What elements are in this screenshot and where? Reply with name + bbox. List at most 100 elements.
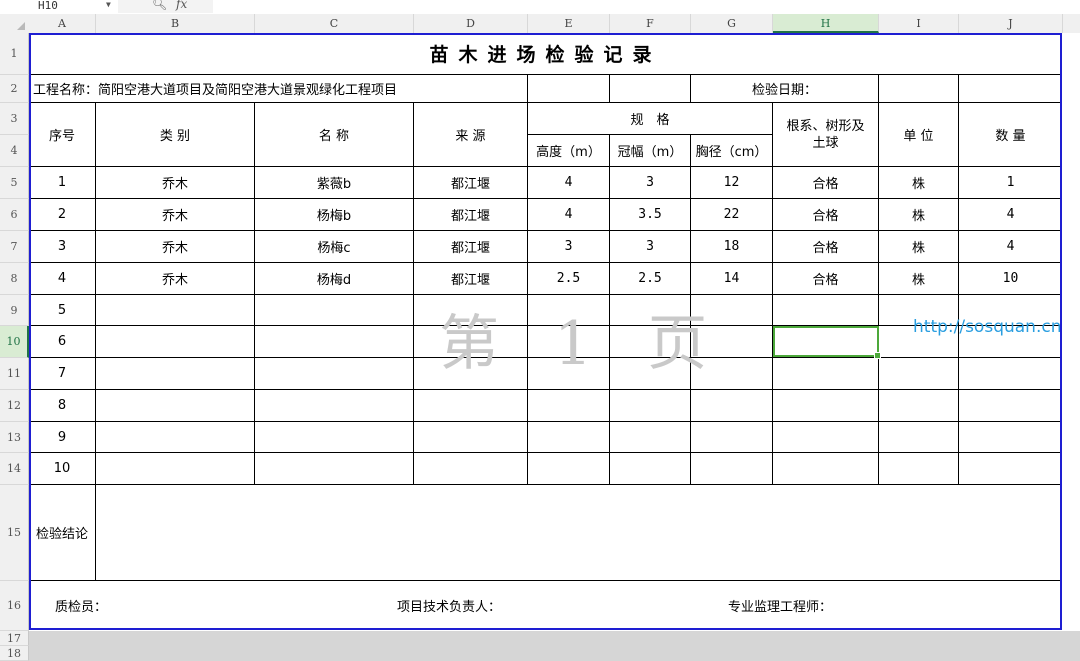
tech-lead-label[interactable]: 项目技术负责人： xyxy=(397,596,501,615)
cell-name[interactable] xyxy=(255,358,414,390)
cell-unit[interactable] xyxy=(879,390,959,422)
cell-dbh[interactable] xyxy=(691,422,773,453)
cell-name[interactable]: 杨梅d xyxy=(255,263,414,295)
cell-roots[interactable] xyxy=(773,390,879,422)
cell-seq[interactable]: 2 xyxy=(29,199,96,231)
column-header-i[interactable]: I xyxy=(879,14,959,33)
cell-category[interactable] xyxy=(96,295,255,326)
cell-unit[interactable]: 株 xyxy=(879,231,959,263)
column-header-c[interactable]: C xyxy=(255,14,414,33)
row-header-12[interactable]: 12 xyxy=(0,390,29,422)
row-header-14[interactable]: 14 xyxy=(0,453,29,485)
cell-qty[interactable]: 4 xyxy=(959,231,1062,263)
row-header-13[interactable]: 13 xyxy=(0,422,29,453)
empty-cell[interactable] xyxy=(959,75,1062,103)
inspector-label[interactable]: 质检员： xyxy=(55,596,107,615)
empty-cell[interactable] xyxy=(879,75,959,103)
magnifier-icon[interactable]: 🔍︎ xyxy=(152,0,167,11)
header-source[interactable]: 来 源 xyxy=(414,103,528,167)
empty-cell[interactable] xyxy=(528,75,610,103)
selected-cell-h10[interactable] xyxy=(773,326,881,359)
cell-qty[interactable] xyxy=(959,390,1062,422)
row-header-15[interactable]: 15 xyxy=(0,485,29,581)
inspection-date-cell[interactable]: 检验日期： xyxy=(691,75,879,103)
cell-qty[interactable]: 10 xyxy=(959,263,1062,295)
cell-qty[interactable] xyxy=(959,358,1062,390)
cell-name[interactable] xyxy=(255,326,414,358)
cell-unit[interactable]: 株 xyxy=(879,199,959,231)
cell-height[interactable]: 2.5 xyxy=(528,263,610,295)
column-header-f[interactable]: F xyxy=(610,14,691,33)
row-header-17[interactable]: 17 xyxy=(0,631,29,646)
conclusion-cell[interactable] xyxy=(96,485,1062,581)
cell-name[interactable] xyxy=(255,422,414,453)
cell-seq[interactable]: 7 xyxy=(29,358,96,390)
cell-roots[interactable]: 合格 xyxy=(773,231,879,263)
cell-source[interactable]: 都江堰 xyxy=(414,263,528,295)
cell-qty[interactable]: 4 xyxy=(959,199,1062,231)
header-seq[interactable]: 序号 xyxy=(29,103,96,167)
name-box[interactable]: H10 ▼ xyxy=(0,0,118,13)
row-header-9[interactable]: 9 xyxy=(0,295,29,326)
column-header-d[interactable]: D xyxy=(414,14,528,33)
cell-name[interactable] xyxy=(255,390,414,422)
header-dbh[interactable]: 胸径（cm） xyxy=(691,135,773,167)
row-header-7[interactable]: 7 xyxy=(0,231,29,263)
header-height[interactable]: 高度（m） xyxy=(528,135,610,167)
cell-dbh[interactable]: 22 xyxy=(691,199,773,231)
column-header-a[interactable]: A xyxy=(29,14,96,33)
cell-crown[interactable] xyxy=(610,422,691,453)
row-header-16[interactable]: 16 xyxy=(0,581,29,631)
empty-cell[interactable] xyxy=(610,75,691,103)
fx-icon[interactable]: fx xyxy=(176,0,187,11)
cell-category[interactable] xyxy=(96,390,255,422)
header-roots[interactable]: 根系、树形及 土球 xyxy=(773,103,879,167)
cell-qty[interactable] xyxy=(959,453,1062,485)
cell-seq[interactable]: 3 xyxy=(29,231,96,263)
cell-qty[interactable] xyxy=(959,422,1062,453)
cell-roots[interactable]: 合格 xyxy=(773,167,879,199)
cell-height[interactable] xyxy=(528,390,610,422)
cell-seq[interactable]: 4 xyxy=(29,263,96,295)
row-header-18[interactable]: 18 xyxy=(0,646,29,661)
row-header-1[interactable]: 1 xyxy=(0,33,29,75)
header-category[interactable]: 类 别 xyxy=(96,103,255,167)
cell-seq[interactable]: 1 xyxy=(29,167,96,199)
cell-seq[interactable]: 5 xyxy=(29,295,96,326)
cell-seq[interactable]: 6 xyxy=(29,326,96,358)
cell-source[interactable]: 都江堰 xyxy=(414,167,528,199)
cell-height[interactable]: 4 xyxy=(528,167,610,199)
cell-source[interactable] xyxy=(414,390,528,422)
cell-category[interactable] xyxy=(96,453,255,485)
column-header-e[interactable]: E xyxy=(528,14,610,33)
row-header-6[interactable]: 6 xyxy=(0,199,29,231)
fill-handle[interactable] xyxy=(874,352,881,359)
cell-name[interactable]: 杨梅b xyxy=(255,199,414,231)
cell-roots[interactable] xyxy=(773,422,879,453)
cell-unit[interactable] xyxy=(879,422,959,453)
cell-category[interactable]: 乔木 xyxy=(96,231,255,263)
chevron-down-icon[interactable]: ▼ xyxy=(106,0,111,11)
cell-unit[interactable] xyxy=(879,358,959,390)
row-header-5[interactable]: 5 xyxy=(0,167,29,199)
row-header-10[interactable]: 10 xyxy=(0,326,29,358)
header-spec[interactable]: 规 格 xyxy=(528,103,773,135)
cell-height[interactable] xyxy=(528,422,610,453)
cell-crown[interactable] xyxy=(610,390,691,422)
cell-dbh[interactable] xyxy=(691,453,773,485)
cell-category[interactable] xyxy=(96,422,255,453)
cell-roots[interactable] xyxy=(773,295,879,326)
cell-category[interactable]: 乔木 xyxy=(96,199,255,231)
cell-dbh[interactable]: 12 xyxy=(691,167,773,199)
header-crown[interactable]: 冠幅（m） xyxy=(610,135,691,167)
cell-name[interactable]: 紫薇b xyxy=(255,167,414,199)
row-header-11[interactable]: 11 xyxy=(0,358,29,390)
row-header-8[interactable]: 8 xyxy=(0,263,29,295)
cell-dbh[interactable] xyxy=(691,390,773,422)
cell-source[interactable] xyxy=(414,453,528,485)
cell-crown[interactable]: 2.5 xyxy=(610,263,691,295)
column-header-j[interactable]: J xyxy=(959,14,1063,33)
cell-source[interactable] xyxy=(414,422,528,453)
cell-name[interactable] xyxy=(255,295,414,326)
cell-dbh[interactable]: 18 xyxy=(691,231,773,263)
